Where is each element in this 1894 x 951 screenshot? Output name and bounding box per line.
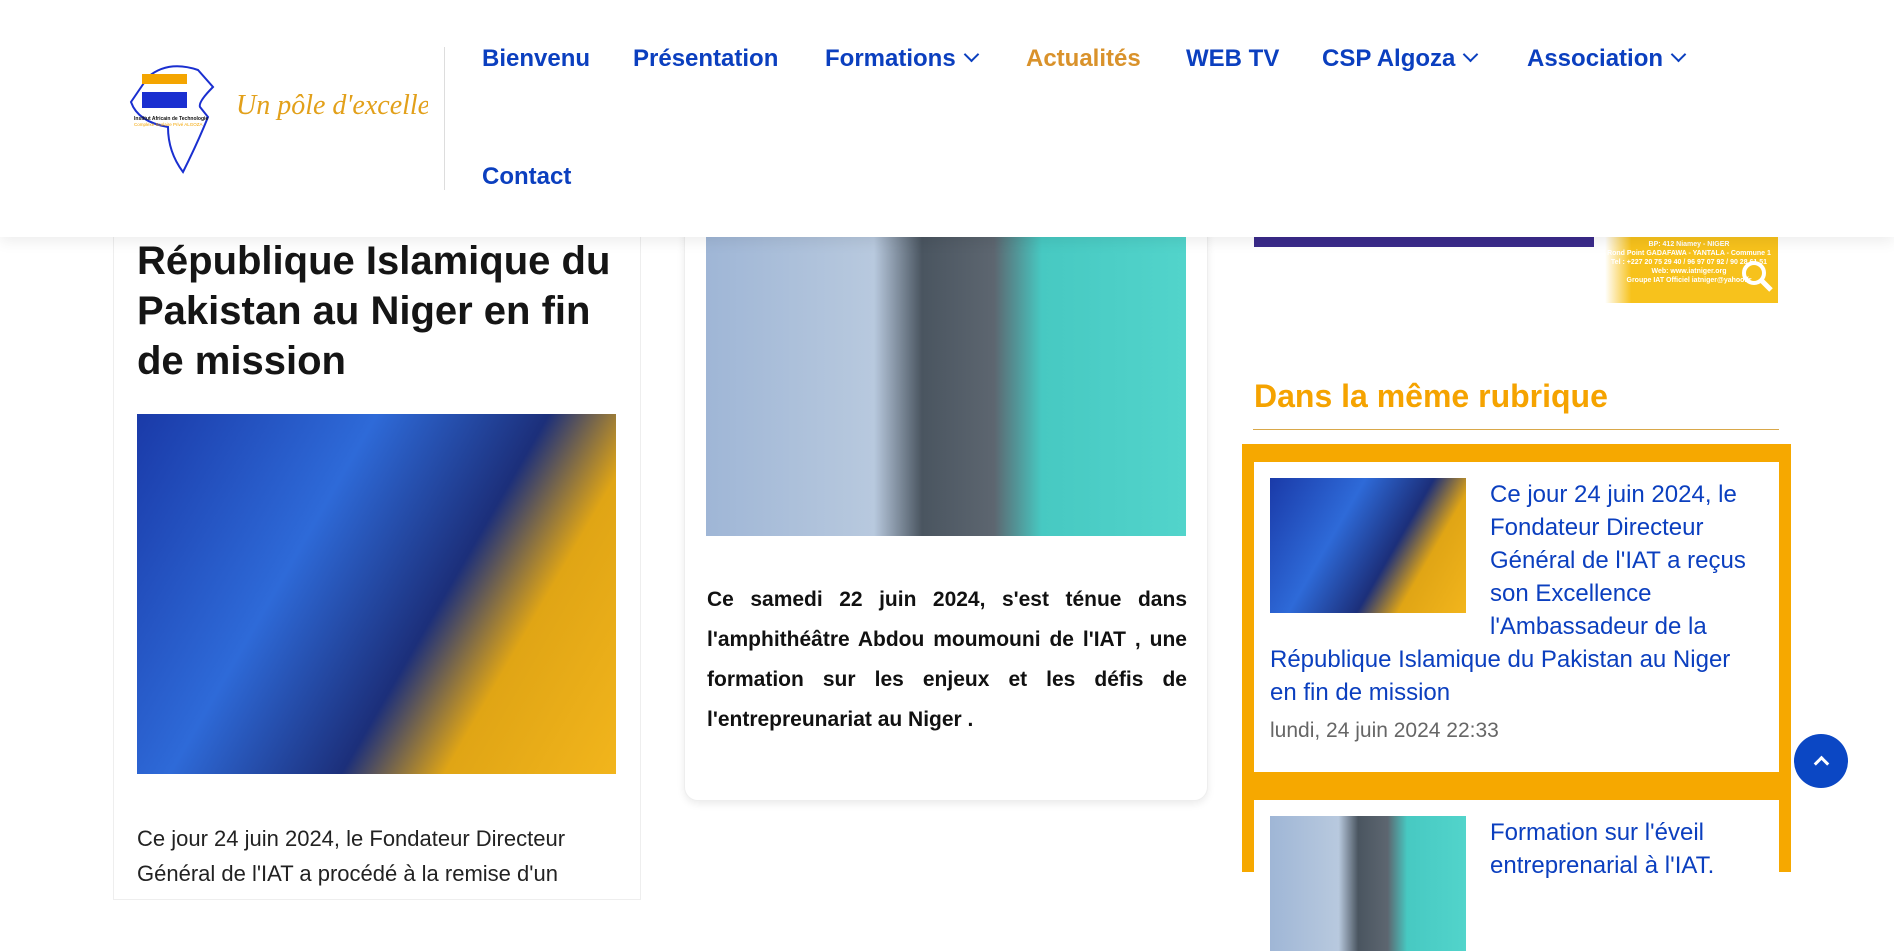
site-logo[interactable]: Institut Africain de Technologie Complex… <box>128 62 469 174</box>
left-article-title[interactable]: République Islamique du Pakistan au Nige… <box>137 236 627 386</box>
chevron-down-icon <box>1670 46 1687 63</box>
banner-facebook: Groupe IAT Officiel <box>1626 277 1690 284</box>
related-item-image[interactable] <box>1270 816 1466 951</box>
nav-bienvenu[interactable]: Bienvenu <box>482 45 590 73</box>
left-article-excerpt-2: Général de l'IAT a procédé à la remise d… <box>137 861 558 886</box>
nav-contact[interactable]: Contact <box>482 163 571 191</box>
left-article-image[interactable] <box>137 414 616 774</box>
related-item[interactable]: Ce jour 24 juin 2024, le Fondateur Direc… <box>1254 462 1779 772</box>
africa-logo-icon: Institut Africain de Technologie Complex… <box>129 65 469 174</box>
nav-association[interactable]: Association <box>1527 45 1687 73</box>
banner-street: Rond Point GADAFAWA - YANTALA - Commune … <box>1607 250 1771 257</box>
banner-address: BP: 412 Niamey - NIGER <box>1648 241 1730 248</box>
header-divider <box>444 47 445 190</box>
nav-presentation[interactable]: Présentation <box>633 45 778 73</box>
related-item[interactable]: Formation sur l'éveil entreprenarial à l… <box>1254 800 1779 951</box>
heading-underline <box>1253 429 1779 430</box>
sidebar-heading: Dans la même rubrique <box>1254 378 1608 414</box>
nav-web-tv[interactable]: WEB TV <box>1186 45 1279 73</box>
nav-csp-algoza[interactable]: CSP Algoza <box>1322 45 1479 73</box>
search-icon[interactable] <box>1740 259 1774 293</box>
nav-formations[interactable]: Formations <box>825 45 979 73</box>
middle-article-text: Ce samedi 22 juin 2024, s'est ténue dans… <box>707 588 1187 731</box>
chevron-up-icon <box>1813 755 1829 772</box>
chevron-down-icon <box>963 46 979 63</box>
chevron-down-icon <box>1463 46 1479 63</box>
related-item-date: lundi, 24 juin 2024 22:33 <box>1270 719 1499 742</box>
left-article-excerpt: Ce jour 24 juin 2024, le Fondateur Direc… <box>137 826 566 851</box>
svg-text:Complexe Scolaire Privé ALGOZA: Complexe Scolaire Privé ALGOZA <box>134 122 203 127</box>
site-header: Institut Africain de Technologie Complex… <box>0 0 1894 237</box>
middle-article-image[interactable] <box>706 237 1186 536</box>
scroll-top-button[interactable] <box>1794 734 1848 788</box>
related-list: Ce jour 24 juin 2024, le Fondateur Direc… <box>1242 444 1791 951</box>
svg-text:Un pôle d'excellence: Un pôle d'excellence <box>236 90 428 121</box>
nav-actualites[interactable]: Actualités <box>1026 45 1141 73</box>
advert-banner[interactable]: BP: 412 Niamey - NIGER Rond Point GADAFA… <box>1254 237 1778 303</box>
related-item-image[interactable] <box>1270 478 1466 613</box>
